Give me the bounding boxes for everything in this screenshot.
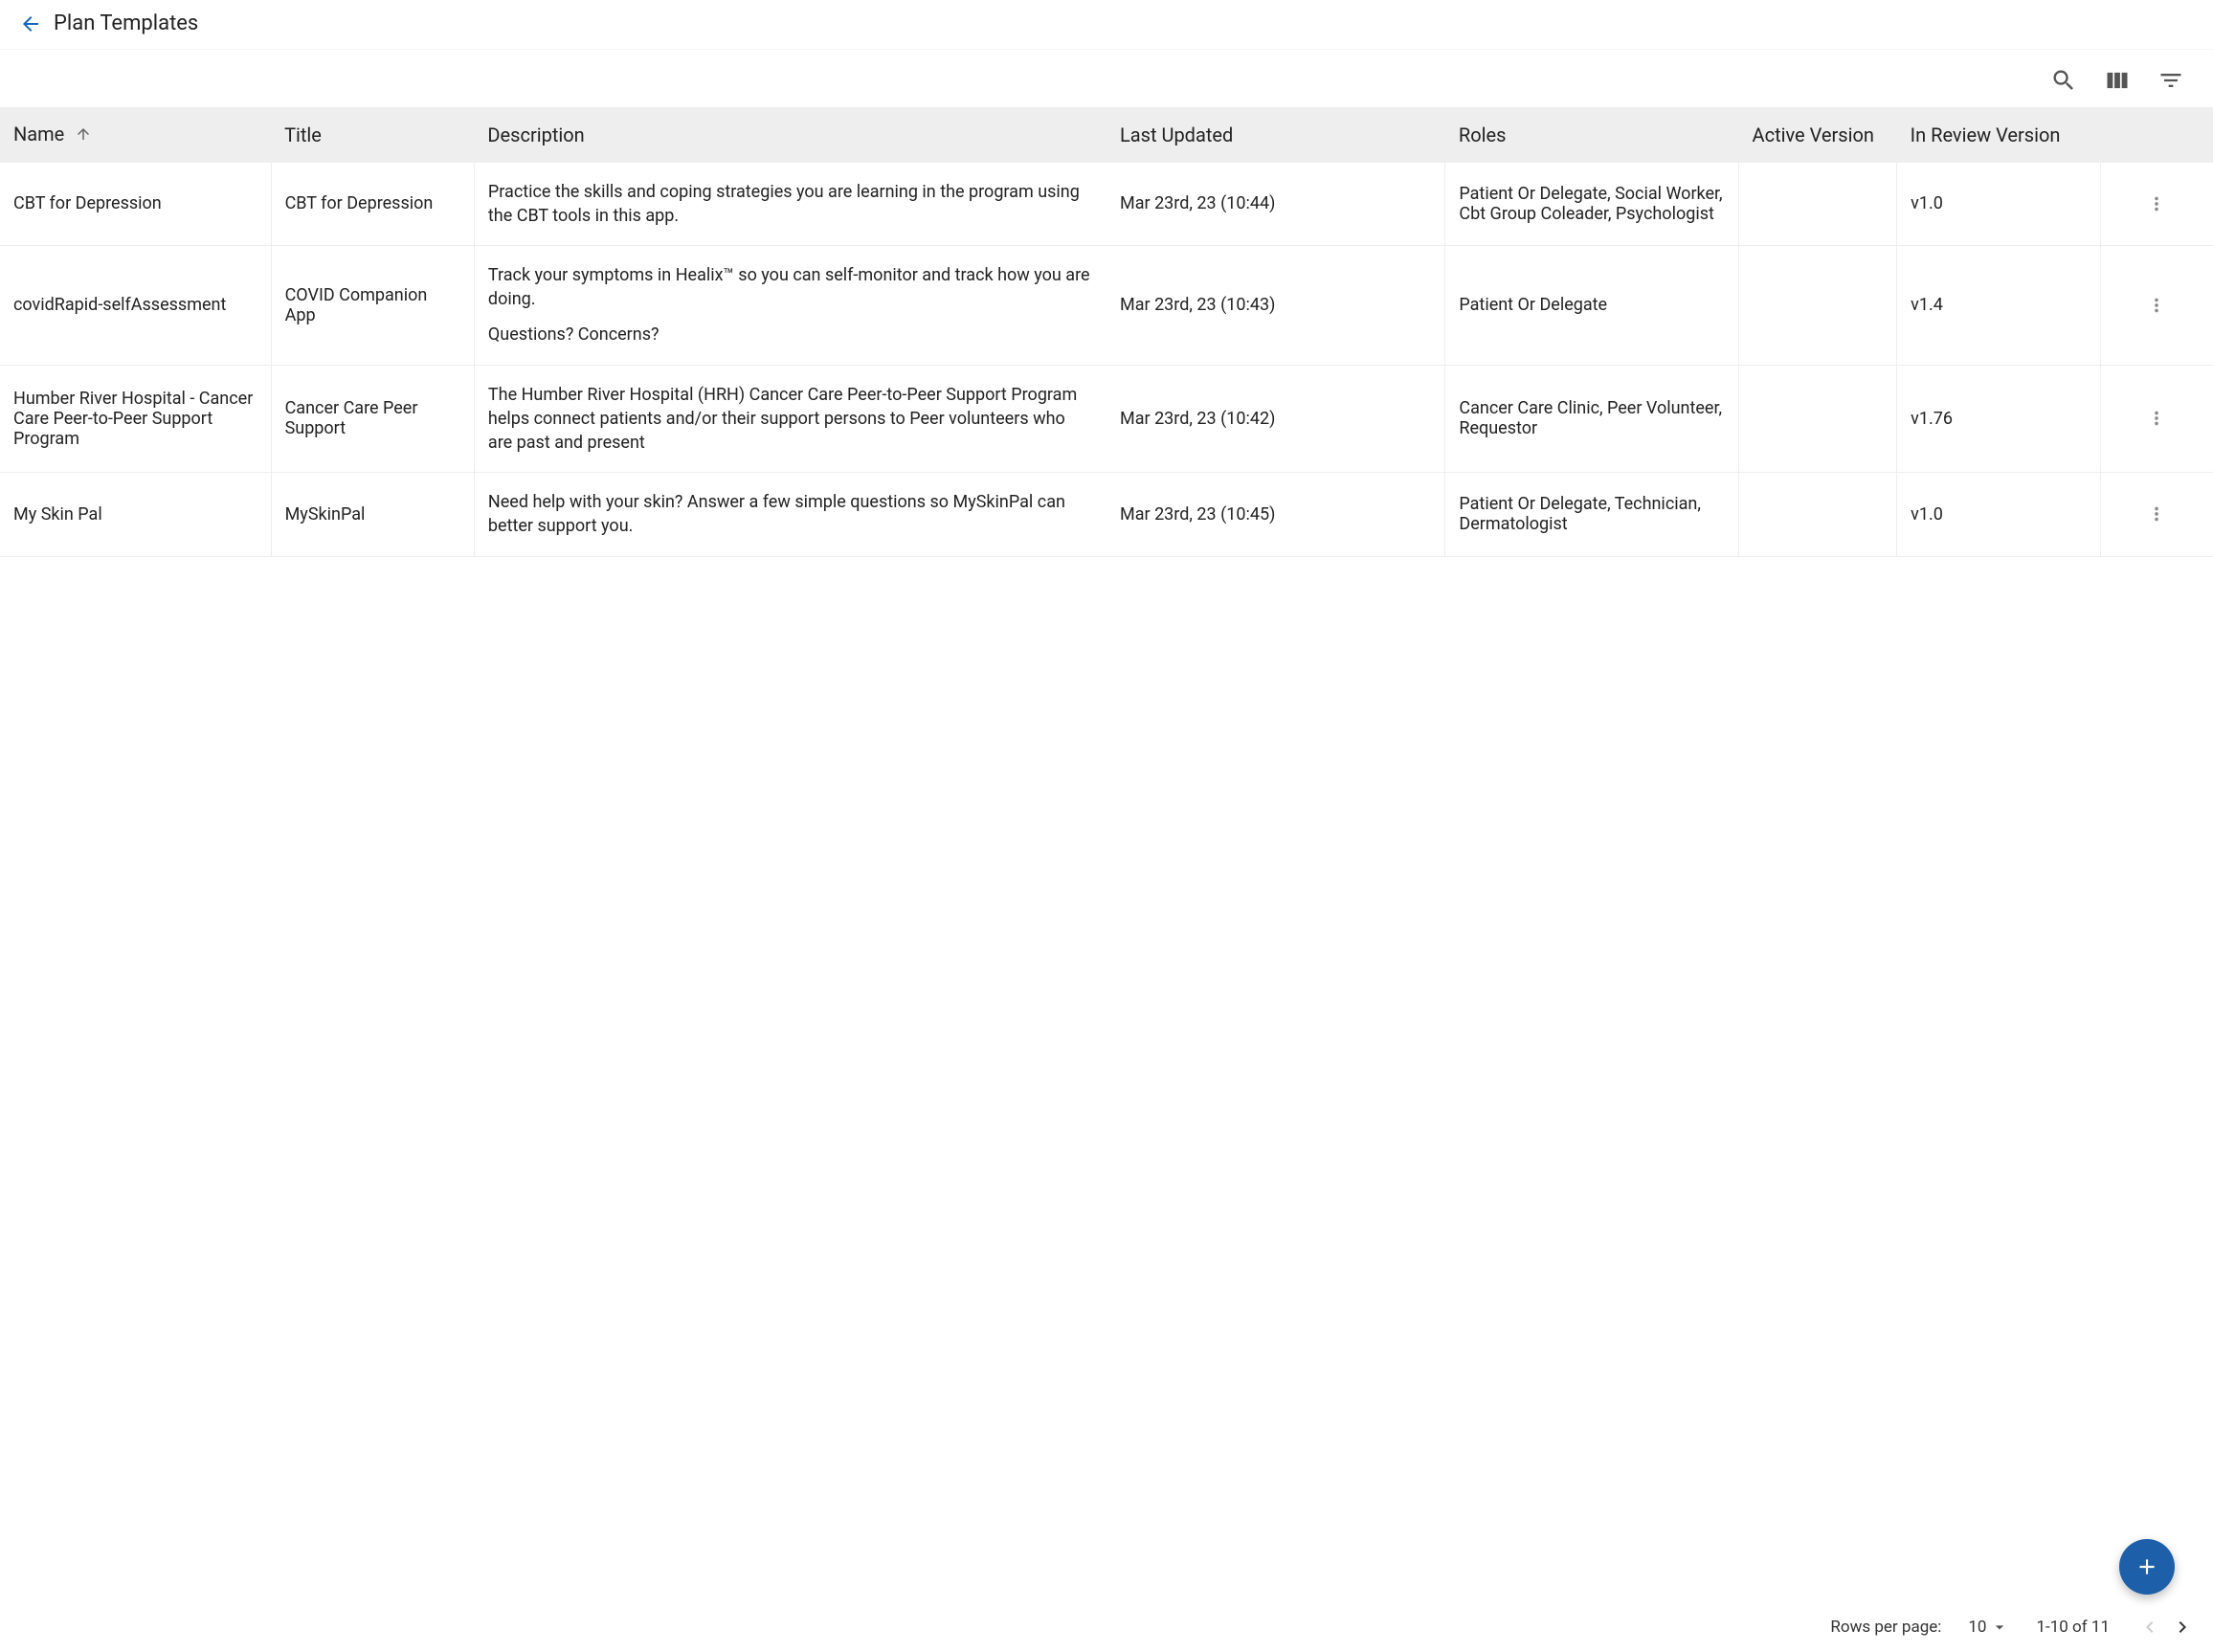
table-row[interactable]: CBT for Depression CBT for Depression Pr… bbox=[0, 163, 2213, 246]
column-header-active-version[interactable]: Active Version bbox=[1739, 107, 1897, 163]
cell-actions bbox=[2100, 246, 2213, 366]
more-vert-icon bbox=[2146, 295, 2167, 316]
cell-roles: Patient Or Delegate, Technician, Dermato… bbox=[1445, 473, 1739, 556]
dropdown-icon bbox=[1990, 1618, 2009, 1637]
page-info: 1-10 of 11 bbox=[2036, 1618, 2110, 1637]
back-button[interactable] bbox=[19, 12, 42, 35]
add-button[interactable] bbox=[2119, 1539, 2175, 1595]
cell-active-version bbox=[1739, 365, 1897, 473]
column-header-roles[interactable]: Roles bbox=[1445, 107, 1739, 163]
cell-title: MySkinPal bbox=[271, 473, 474, 556]
rows-per-page-value: 10 bbox=[1968, 1618, 1986, 1637]
cell-in-review-version: v1.0 bbox=[1897, 163, 2100, 246]
rows-per-page-label: Rows per page: bbox=[1830, 1618, 1941, 1637]
cell-roles: Patient Or Delegate, Social Worker, Cbt … bbox=[1445, 163, 1739, 246]
plan-templates-table: Name Title Description Last Updated Role… bbox=[0, 107, 2213, 557]
cell-active-version bbox=[1739, 246, 1897, 366]
cell-actions bbox=[2100, 365, 2213, 473]
sort-asc-icon bbox=[75, 124, 92, 147]
cell-in-review-version: v1.4 bbox=[1897, 246, 2100, 366]
cell-title: Cancer Care Peer Support bbox=[271, 365, 474, 473]
plus-icon bbox=[2135, 1554, 2159, 1579]
cell-last-updated: Mar 23rd, 23 (10:45) bbox=[1106, 473, 1445, 556]
page-title: Plan Templates bbox=[54, 11, 198, 35]
cell-title: CBT for Depression bbox=[271, 163, 474, 246]
cell-description: Track your symptoms in Healix™ so you ca… bbox=[474, 246, 1106, 366]
row-menu-button[interactable] bbox=[2141, 499, 2172, 529]
column-header-in-review-version[interactable]: In Review Version bbox=[1897, 107, 2100, 163]
rows-per-page-select[interactable]: 10 bbox=[1968, 1618, 2009, 1637]
cell-last-updated: Mar 23rd, 23 (10:44) bbox=[1106, 163, 1445, 246]
pagination: Rows per page: 10 1-10 of 11 bbox=[1830, 1614, 2196, 1641]
chevron-right-icon bbox=[2171, 1616, 2194, 1639]
cell-description: Need help with your skin? Answer a few s… bbox=[474, 473, 1106, 556]
row-menu-button[interactable] bbox=[2141, 290, 2172, 321]
column-header-title[interactable]: Title bbox=[271, 107, 474, 163]
cell-last-updated: Mar 23rd, 23 (10:43) bbox=[1106, 246, 1445, 366]
cell-name: covidRapid-selfAssessment bbox=[0, 246, 271, 366]
row-menu-button[interactable] bbox=[2141, 189, 2172, 219]
column-name-label: Name bbox=[13, 123, 64, 145]
cell-active-version bbox=[1739, 163, 1897, 246]
cell-last-updated: Mar 23rd, 23 (10:42) bbox=[1106, 365, 1445, 473]
arrow-left-icon bbox=[19, 12, 42, 35]
cell-roles: Patient Or Delegate bbox=[1445, 246, 1739, 366]
search-button[interactable] bbox=[2048, 65, 2079, 96]
cell-name: Humber River Hospital - Cancer Care Peer… bbox=[0, 365, 271, 473]
columns-button[interactable] bbox=[2102, 65, 2133, 96]
column-header-last-updated[interactable]: Last Updated bbox=[1106, 107, 1445, 163]
column-header-description[interactable]: Description bbox=[474, 107, 1106, 163]
cell-in-review-version: v1.0 bbox=[1897, 473, 2100, 556]
table-row[interactable]: My Skin Pal MySkinPal Need help with you… bbox=[0, 473, 2213, 556]
more-vert-icon bbox=[2146, 193, 2167, 214]
more-vert-icon bbox=[2146, 503, 2167, 525]
more-vert-icon bbox=[2146, 408, 2167, 429]
prev-page-button[interactable] bbox=[2136, 1614, 2163, 1641]
chevron-left-icon bbox=[2138, 1616, 2161, 1639]
cell-description: Practice the skills and coping strategie… bbox=[474, 163, 1106, 246]
filter-icon bbox=[2157, 67, 2184, 94]
cell-actions bbox=[2100, 163, 2213, 246]
cell-active-version bbox=[1739, 473, 1897, 556]
cell-name: My Skin Pal bbox=[0, 473, 271, 556]
cell-actions bbox=[2100, 473, 2213, 556]
filter-button[interactable] bbox=[2156, 65, 2186, 96]
cell-roles: Cancer Care Clinic, Peer Volunteer, Requ… bbox=[1445, 365, 1739, 473]
column-header-actions bbox=[2100, 107, 2213, 163]
table-row[interactable]: Humber River Hospital - Cancer Care Peer… bbox=[0, 365, 2213, 473]
search-icon bbox=[2050, 67, 2077, 94]
cell-title: COVID Companion App bbox=[271, 246, 474, 366]
next-page-button[interactable] bbox=[2169, 1614, 2196, 1641]
cell-name: CBT for Depression bbox=[0, 163, 271, 246]
cell-in-review-version: v1.76 bbox=[1897, 365, 2100, 473]
column-header-name[interactable]: Name bbox=[0, 107, 271, 163]
cell-description: The Humber River Hospital (HRH) Cancer C… bbox=[474, 365, 1106, 473]
table-row[interactable]: covidRapid-selfAssessment COVID Companio… bbox=[0, 246, 2213, 366]
row-menu-button[interactable] bbox=[2141, 403, 2172, 434]
columns-icon bbox=[2104, 67, 2131, 94]
